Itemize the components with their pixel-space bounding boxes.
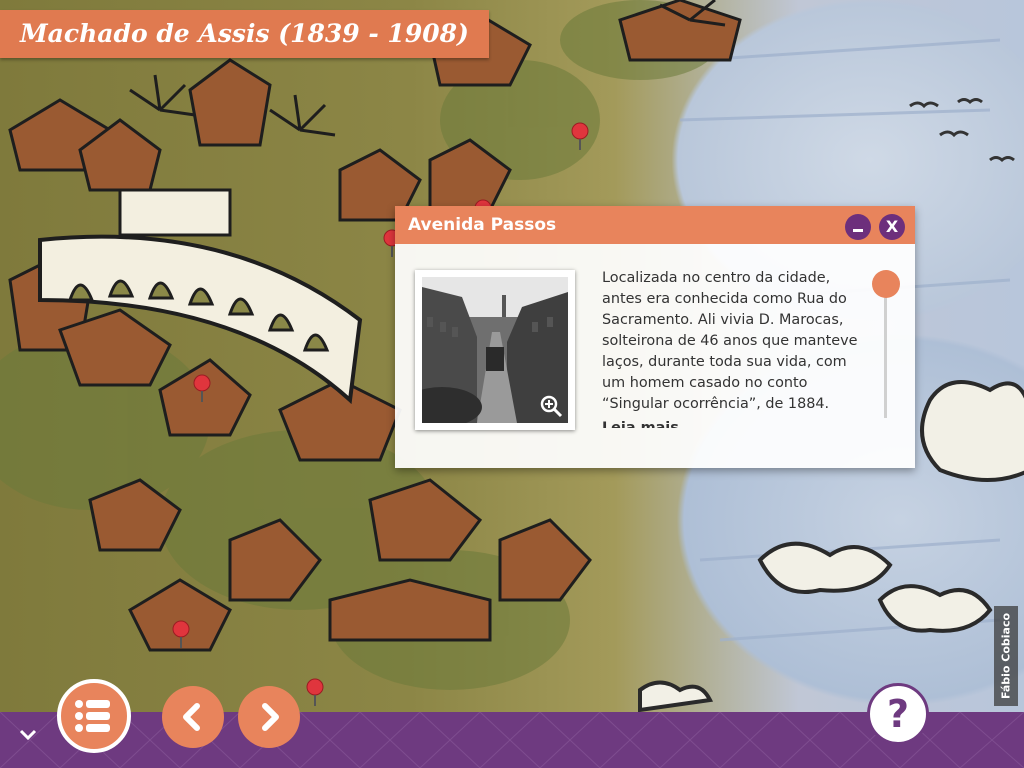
- scrollbar-thumb[interactable]: [872, 270, 900, 298]
- credit-text: Fábio Cobiaco: [999, 612, 1013, 700]
- zoom-in-icon[interactable]: [539, 394, 563, 418]
- read-more-link[interactable]: Leia mais: [602, 418, 872, 428]
- map-pin[interactable]: [192, 374, 212, 402]
- image-credit: Fábio Cobiaco: [994, 606, 1018, 706]
- help-icon: ?: [886, 692, 910, 736]
- close-icon: X: [885, 217, 899, 236]
- location-popup: Avenida Passos X Localizada no centro da…: [395, 206, 915, 468]
- close-button[interactable]: X: [879, 214, 905, 240]
- chevron-left-icon: [183, 703, 200, 731]
- next-button[interactable]: [238, 686, 300, 748]
- map-pin[interactable]: [171, 620, 191, 648]
- minimize-icon: [853, 229, 863, 232]
- popup-description-area[interactable]: Localizada no centro da cidade, antes er…: [602, 268, 872, 428]
- menu-button[interactable]: [57, 679, 131, 753]
- chevron-right-icon: [262, 703, 279, 731]
- popup-title: Avenida Passos: [408, 215, 557, 235]
- list-icon: [75, 700, 110, 732]
- popup-header: Avenida Passos X: [395, 206, 915, 244]
- map-pin[interactable]: [305, 678, 325, 706]
- scrollbar-track[interactable]: [884, 284, 887, 418]
- chevron-down-icon[interactable]: [18, 728, 38, 742]
- map-pin[interactable]: [570, 122, 590, 150]
- help-button[interactable]: ?: [867, 683, 929, 745]
- minimize-button[interactable]: [845, 214, 871, 240]
- page-title: Machado de Assis (1839 - 1908): [0, 10, 489, 58]
- popup-description: Localizada no centro da cidade, antes er…: [602, 270, 858, 412]
- photo-thumbnail[interactable]: [415, 270, 575, 430]
- previous-button[interactable]: [162, 686, 224, 748]
